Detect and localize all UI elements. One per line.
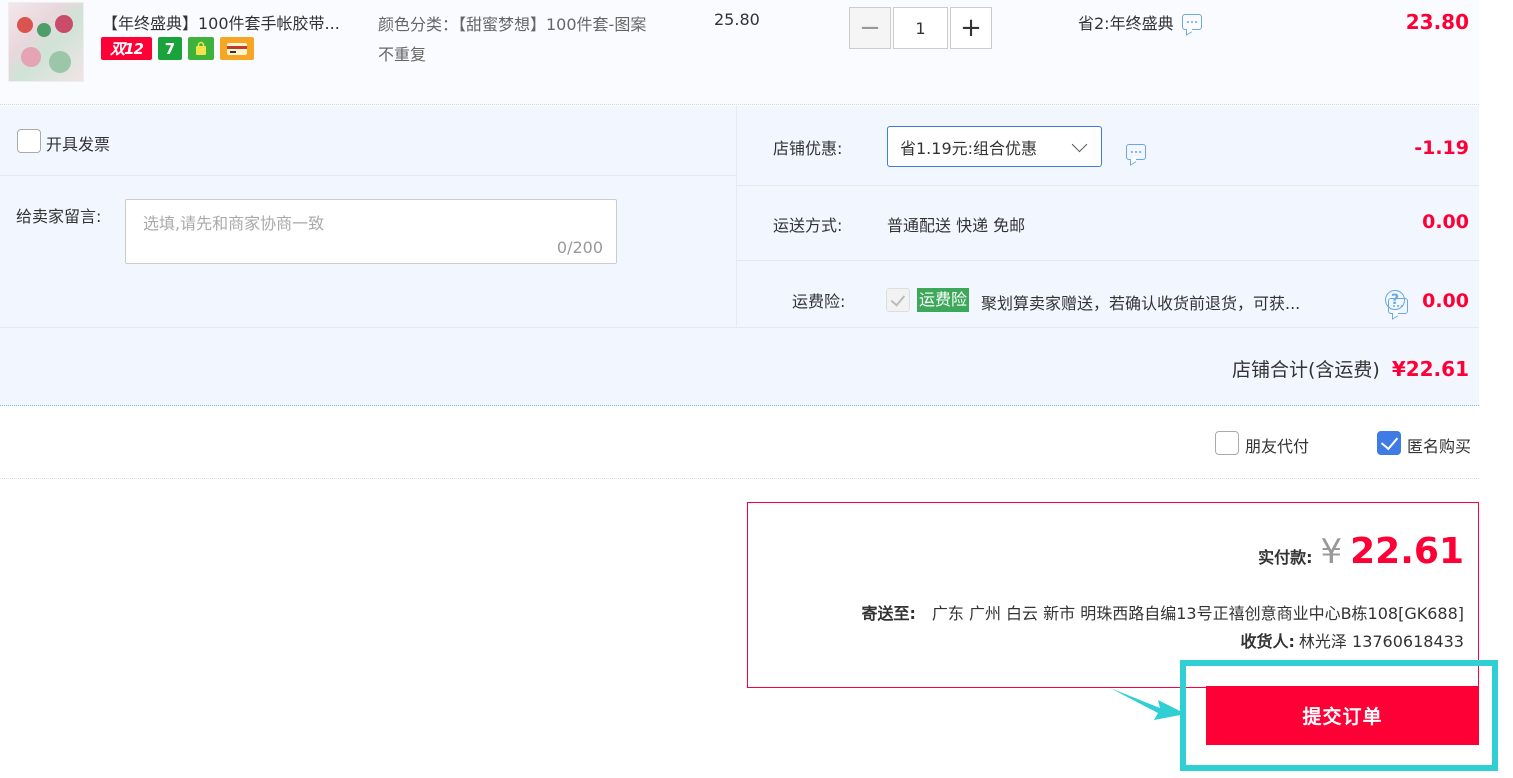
- shop-discount-label: 店铺优惠:: [773, 139, 843, 158]
- quantity-input[interactable]: 1: [893, 7, 948, 49]
- friend-pay-label: 朋友代付: [1245, 437, 1310, 456]
- receiver-info: 林光泽 13760618433: [1298, 632, 1464, 651]
- shop-discount-amount: -1.19: [1414, 137, 1469, 159]
- promotion-label: 省2:年终盛典: [1078, 14, 1174, 33]
- shopping-bag-icon: [188, 37, 214, 60]
- credit-card-icon: [220, 37, 254, 60]
- divider: [0, 327, 1479, 328]
- shipping-method: 普通配送 快递 免邮: [887, 216, 1026, 235]
- insurance-amount: 0.00: [1422, 290, 1469, 312]
- memo-label: 给卖家留言:: [16, 207, 102, 226]
- chat-icon[interactable]: [1126, 144, 1146, 160]
- shop-total: 店铺合计(含运费) ¥22.61: [1232, 355, 1469, 382]
- shop-total-value: ¥22.61: [1391, 357, 1469, 381]
- thumb-dot: [55, 15, 73, 33]
- seven-day-return-badge: 7: [158, 37, 182, 60]
- pay-amount: 22.61: [1350, 531, 1464, 572]
- product-thumbnail[interactable]: [8, 2, 84, 82]
- thumb-dot: [37, 23, 51, 37]
- panel-divider: [736, 106, 737, 327]
- quantity-decrease-button[interactable]: −: [849, 7, 891, 49]
- divider: [0, 478, 1479, 479]
- divider: [0, 175, 736, 176]
- invoice-checkbox[interactable]: [17, 129, 41, 153]
- insurance-checkbox[interactable]: [886, 288, 910, 312]
- shop-discount-select[interactable]: 省1.19元:组合优惠: [887, 126, 1102, 167]
- memo-placeholder: 选填,请先和商家协商一致: [143, 214, 325, 233]
- insurance-tag: 运费险: [917, 288, 970, 312]
- quantity-stepper: − 1 +: [849, 7, 992, 49]
- receiver-row: 收货人: 林光泽 13760618433: [1241, 628, 1464, 652]
- quantity-increase-button[interactable]: +: [950, 7, 992, 49]
- ship-to-row: 寄送至: 广东 广州 白云 新市 明珠西路自编13号正禧创意商业中心B栋108[…: [861, 600, 1464, 624]
- item-promotion: 省2:年终盛典: [1078, 10, 1202, 34]
- pay-amount-row: 实付款: ¥ 22.61: [1258, 531, 1464, 572]
- chat-icon[interactable]: [1181, 14, 1202, 30]
- sku-description: 颜色分类：【甜蜜梦想】100件套-图案不重复: [378, 15, 647, 64]
- highlight-box: [1180, 660, 1498, 771]
- help-icon[interactable]: ?: [1385, 290, 1405, 310]
- anonymous-checkbox[interactable]: [1377, 431, 1401, 455]
- anonymous-label: 匿名购买: [1407, 437, 1472, 456]
- insurance-label: 运费险:: [792, 292, 846, 311]
- thumb-dot: [49, 51, 71, 73]
- divider: [737, 185, 1479, 186]
- divider: [737, 260, 1479, 261]
- thumb-dot: [17, 17, 33, 33]
- arrow-icon: [1110, 688, 1186, 720]
- memo-char-count: 0/200: [556, 238, 603, 257]
- item-subtotal: 23.80: [1405, 10, 1469, 34]
- product-badges: 双12 7: [101, 37, 254, 61]
- shop-total-label: 店铺合计(含运费): [1231, 359, 1380, 381]
- double12-badge: 双12: [101, 37, 152, 60]
- unit-price: 25.80: [714, 10, 760, 29]
- chevron-down-icon: [1071, 136, 1088, 153]
- shipping-amount: 0.00: [1422, 211, 1469, 233]
- pay-label: 实付款:: [1258, 548, 1313, 567]
- ship-to-address: 广东 广州 白云 新市 明珠西路自编13号正禧创意商业中心B栋108[GK688…: [931, 604, 1464, 623]
- invoice-label: 开具发票: [46, 135, 111, 154]
- insurance-description: 聚划算卖家赠送，若确认收货前退货，可获...: [981, 294, 1301, 313]
- shop-discount-value: 省1.19元:组合优惠: [900, 138, 1038, 158]
- currency-symbol: ¥: [1320, 532, 1343, 572]
- seller-memo-textarea[interactable]: 选填,请先和商家协商一致 0/200: [125, 199, 617, 264]
- ship-to-label: 寄送至:: [861, 604, 916, 623]
- thumb-dot: [21, 47, 41, 67]
- product-title[interactable]: 【年终盛典】100件套手帐胶带...: [102, 10, 340, 34]
- receiver-label: 收货人:: [1240, 632, 1295, 651]
- shipping-label: 运送方式:: [773, 216, 843, 235]
- friend-pay-checkbox[interactable]: [1215, 431, 1239, 455]
